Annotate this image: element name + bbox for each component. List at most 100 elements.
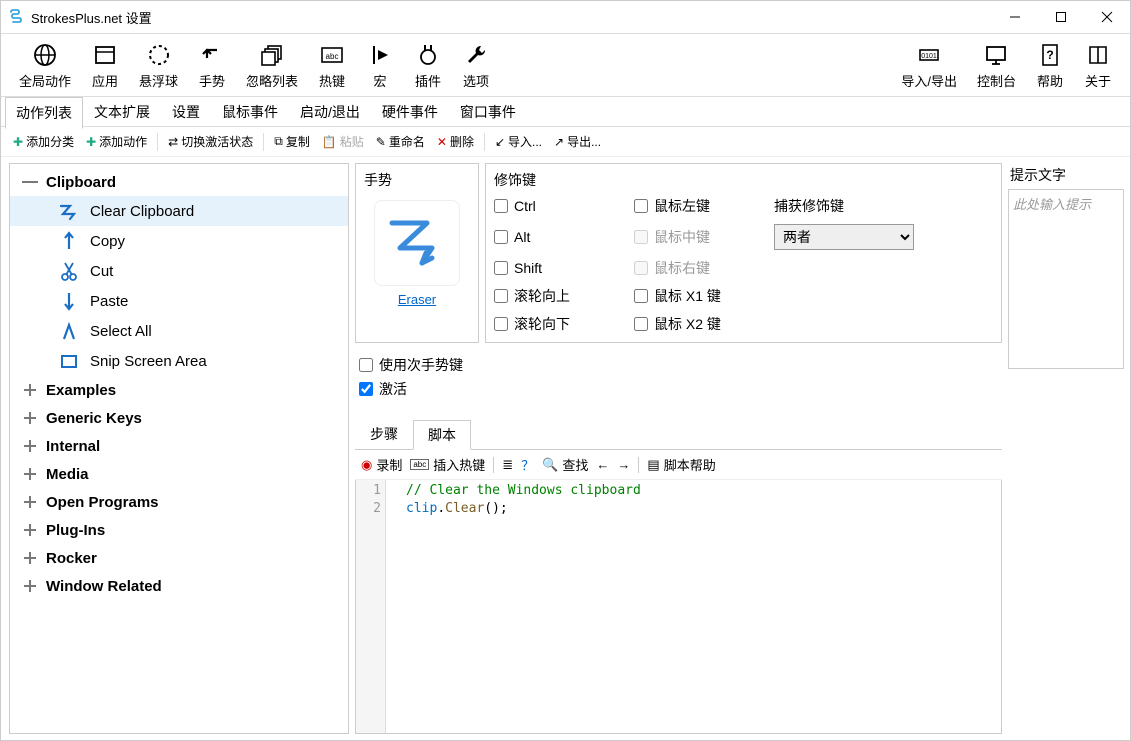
abc-icon: abc [318,41,346,69]
chk-wheel-down[interactable]: 滚轮向下 [494,314,624,334]
tb-plugins[interactable]: 插件 [404,37,452,94]
tree-group-plug-ins[interactable]: Plug-Ins [10,516,348,544]
btn-find[interactable]: 🔍查找 [542,455,588,474]
gesture-name-link[interactable]: Eraser [398,292,436,307]
btn-insert-hotkey[interactable]: abc插入热键 [410,455,485,474]
tb-hover[interactable]: 悬浮球 [129,37,188,94]
tip-panel: 提示文字 此处输入提示 [1008,163,1124,734]
tb-applications[interactable]: 应用 [81,37,129,94]
modifiers-box: 修饰键 Ctrl 鼠标左键 捕获修饰键 Alt 鼠标中键 两者 Shift 鼠标… [485,163,1002,343]
tab-settings[interactable]: 设置 [161,96,211,128]
btn-record[interactable]: ◉录制 [361,455,402,474]
chk-mouse-right: 鼠标右键 [634,258,764,278]
btn-add-action[interactable]: ✚添加动作 [82,131,151,152]
tab-action-list[interactable]: 动作列表 [5,97,83,129]
btn-import[interactable]: ↙导入... [491,131,546,152]
tip-input[interactable]: 此处输入提示 [1008,189,1124,369]
expand-icon[interactable] [18,492,42,512]
tree-item-paste[interactable]: Paste [10,286,348,316]
tb-macros[interactable]: 宏 [356,37,404,94]
minimize-button[interactable] [992,1,1038,33]
tree-group-internal[interactable]: Internal [10,432,348,460]
expand-icon[interactable] [18,436,42,456]
gesture-box: 手势 Eraser [355,163,479,343]
script-tab-steps[interactable]: 步骤 [355,419,413,449]
tb-console[interactable]: 控制台 [967,37,1026,94]
btn-export[interactable]: ↗导出... [550,131,605,152]
globe-icon [31,41,59,69]
expand-icon[interactable] [18,380,42,400]
chk-secondary-gesture[interactable]: 使用次手势键 [359,355,998,375]
capture-select[interactable]: 两者 [774,224,914,250]
tree-item-snip[interactable]: Snip Screen Area [10,346,348,376]
export-icon: ↗ [554,135,564,149]
arrow-down-icon [58,290,80,312]
gesture-preview[interactable] [374,200,460,286]
tb-global-actions[interactable]: 全局动作 [9,37,81,94]
tree-item-select-all[interactable]: Select All [10,316,348,346]
tree-item-clear-clipboard[interactable]: Clear Clipboard [10,196,348,226]
dotted-circle-icon [145,41,173,69]
btn-toggle[interactable]: ？ [521,455,534,474]
tree-item-cut[interactable]: Cut [10,256,348,286]
chk-mouse-x1[interactable]: 鼠标 X1 键 [634,286,764,306]
tb-gestures[interactable]: 手势 [188,37,236,94]
btn-add-category[interactable]: ✚添加分类 [9,131,78,152]
delete-icon: ✕ [437,135,447,149]
expand-icon[interactable] [18,576,42,596]
chk-mouse-x2[interactable]: 鼠标 X2 键 [634,314,764,334]
tree-group-open-programs[interactable]: Open Programs [10,488,348,516]
close-button[interactable] [1084,1,1130,33]
btn-next[interactable]: → [617,457,630,472]
search-icon: 🔍 [542,457,558,473]
btn-paste[interactable]: 📋粘贴 [318,131,368,152]
doc-icon: ▤ [647,457,659,473]
tb-options[interactable]: 选项 [452,37,500,94]
help-doc-icon: ? [1036,41,1064,69]
tab-window-events[interactable]: 窗口事件 [449,96,527,128]
add-category-icon: ✚ [13,135,23,149]
tb-import-export[interactable]: 0101导入/导出 [891,37,967,94]
btn-copy[interactable]: ⧉复制 [270,131,314,152]
tree-group-rocker[interactable]: Rocker [10,544,348,572]
tree-item-copy[interactable]: Copy [10,226,348,256]
script-editor[interactable]: 12 // Clear the Windows clipboard clip.C… [355,480,1002,734]
tb-help[interactable]: ?帮助 [1026,37,1074,94]
maximize-button[interactable] [1038,1,1084,33]
collapse-icon[interactable] [18,172,42,192]
tree-group-window-related[interactable]: Window Related [10,572,348,600]
tab-startup-exit[interactable]: 启动/退出 [289,96,371,128]
chk-ctrl[interactable]: Ctrl [494,198,624,214]
tab-hardware-events[interactable]: 硬件事件 [371,96,449,128]
expand-icon[interactable] [18,464,42,484]
btn-toggle-active[interactable]: ⇄切换激活状态 [164,131,257,152]
tree-group-clipboard[interactable]: Clipboard [10,168,348,196]
script-tabs: 步骤 脚本 [355,419,1002,450]
btn-script-help[interactable]: ▤脚本帮助 [647,455,715,474]
tb-about[interactable]: 关于 [1074,37,1122,94]
chk-alt[interactable]: Alt [494,229,624,245]
tree-group-generic-keys[interactable]: Generic Keys [10,404,348,432]
tree-group-media[interactable]: Media [10,460,348,488]
editor-code[interactable]: // Clear the Windows clipboard clip.Clea… [386,480,1001,733]
io-icon: 0101 [915,41,943,69]
chk-shift[interactable]: Shift [494,260,624,276]
btn-delete[interactable]: ✕删除 [433,131,478,152]
play-cursor-icon [366,41,394,69]
expand-icon[interactable] [18,520,42,540]
script-tab-script[interactable]: 脚本 [413,420,471,450]
expand-icon[interactable] [18,408,42,428]
tb-ignore-list[interactable]: 忽略列表 [236,37,308,94]
chk-mouse-left[interactable]: 鼠标左键 [634,196,764,216]
expand-icon[interactable] [18,548,42,568]
chk-active[interactable]: 激活 [359,379,998,399]
tab-text-expand[interactable]: 文本扩展 [83,96,161,128]
btn-indent[interactable]: ≣ [502,457,513,473]
btn-rename[interactable]: ✎重命名 [372,131,429,152]
tree-panel[interactable]: Clipboard Clear Clipboard Copy Cut Paste… [9,163,349,734]
tab-mouse-events[interactable]: 鼠标事件 [211,96,289,128]
btn-prev[interactable]: ← [596,457,609,472]
chk-wheel-up[interactable]: 滚轮向上 [494,286,624,306]
tb-hotkeys[interactable]: abc热键 [308,37,356,94]
tree-group-examples[interactable]: Examples [10,376,348,404]
